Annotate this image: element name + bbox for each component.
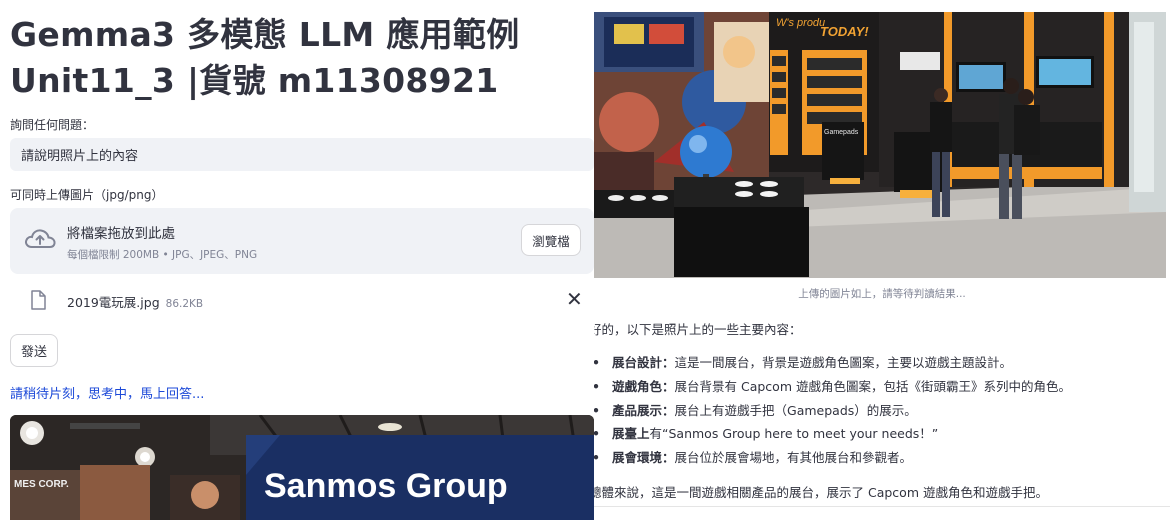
bullet-text: 這是一間展台，背景是遊戲角色圖案，主要以遊戲主題設計。 [674,355,1013,370]
bullet-text: 展台位於展會場地，有其他展台和參觀者。 [674,450,913,466]
list-item: • 展台設計：這是一間展台，背景是遊戲角色圖案，主要以遊戲主題設計。 [594,352,1162,376]
uploaded-photo-preview: MES CORP. Sanmos Group [10,415,594,520]
left-panel: Gemma3 多模態 LLM 應用範例 Unit11_3 |貨號 m113089… [0,0,594,520]
bullet-icon: • [594,379,606,394]
bullet-text: 有“Sanmos Group here to meet your needs！” [649,426,939,442]
send-button[interactable]: 發送 [10,334,58,367]
page-title: Gemma3 多模態 LLM 應用範例 Unit11_3 |貨號 m113089… [10,12,590,104]
list-item: • 展會環境：展台位於展會場地，有其他展台和參觀者。 [594,447,1162,471]
bullet-key: 產品展示： [612,402,675,418]
divider [594,506,1170,507]
answer-intro: 好的，以下是照片上的一些主要內容： [594,322,802,337]
waiting-message: 請稍待片刻，思考中，馬上回答... [10,387,205,402]
bullet-key: 展台設計： [612,355,675,370]
photo-sign-text: MES CORP. [14,479,69,490]
photo-today-text: TODAY! [820,24,869,39]
cloud-upload-icon [24,227,56,255]
right-panel: W's produ TODAY! Gamepads 上傳的圖片如上，請等待判讀結… [594,0,1170,520]
bullet-key: 遊戲角色： [612,378,675,394]
title-line-2: Unit11_3 |貨號 m11308921 [10,61,499,100]
uploaded-file-row: 2019電玩展.jpg 86.2KB ✕ [10,284,594,316]
list-item: • 產品展示：展台上有遊戲手把（Gamepads）的展示。 [594,400,1162,424]
list-item: • 展臺上有“Sanmos Group here to meet your nee… [594,423,1162,447]
photo-banner-text: W's produ [776,17,825,29]
bullet-icon: • [594,403,606,418]
answer-summary: 總體來說，這是一間遊戲相關產品的展台，展示了 Capcom 遊戲角色和遊戲手把。 [594,485,1048,500]
file-size: 86.2KB [165,298,204,310]
bullet-text: 展台背景有 Capcom 遊戲角色圖案，包括《街頭霸王》系列中的角色。 [674,378,1071,394]
bullet-icon: • [594,426,606,441]
question-input[interactable]: 請說明照片上的內容 [10,138,594,171]
bullet-icon: • [594,355,606,370]
question-label: 詢問任何問題： [10,118,95,132]
answer-bullet-list: • 展台設計：這是一間展台，背景是遊戲角色圖案，主要以遊戲主題設計。 • 遊戲角色：… [594,352,1162,471]
file-dropzone[interactable]: 將檔案拖放到此處 每個檔限制 200MB • JPG、JPEG、PNG 瀏覽檔 [10,208,594,274]
list-item: • 遊戲角色：展台背景有 Capcom 遊戲角色圖案，包括《街頭霸王》系列中的角色… [594,376,1162,400]
photo-gamepads-text: Gamepads [824,129,859,136]
file-name: 2019電玩展.jpg 86.2KB [67,292,203,311]
dropzone-text: 將檔案拖放到此處 [67,226,175,242]
file-icon [30,290,46,314]
bullet-key: 展會環境： [612,450,675,466]
bullet-icon: • [594,450,606,465]
image-caption: 上傳的圖片如上，請等待判讀結果... [798,288,966,300]
close-icon[interactable]: ✕ [566,287,583,311]
bullet-key: 展臺上 [612,426,650,442]
photo-logo-text: Sanmos Group [264,467,508,505]
file-name-text: 2019電玩展.jpg [67,295,160,310]
bullet-text: 展台上有遊戲手把（Gamepads）的展示。 [674,402,917,418]
upload-label: 可同時上傳圖片（jpg/png） [10,188,164,202]
dropzone-limit: 每個檔限制 200MB • JPG、JPEG、PNG [67,249,258,261]
result-photo: W's produ TODAY! Gamepads [594,12,1166,278]
title-line-1: Gemma3 多模態 LLM 應用範例 [10,15,520,54]
browse-files-button[interactable]: 瀏覽檔 [521,224,581,256]
